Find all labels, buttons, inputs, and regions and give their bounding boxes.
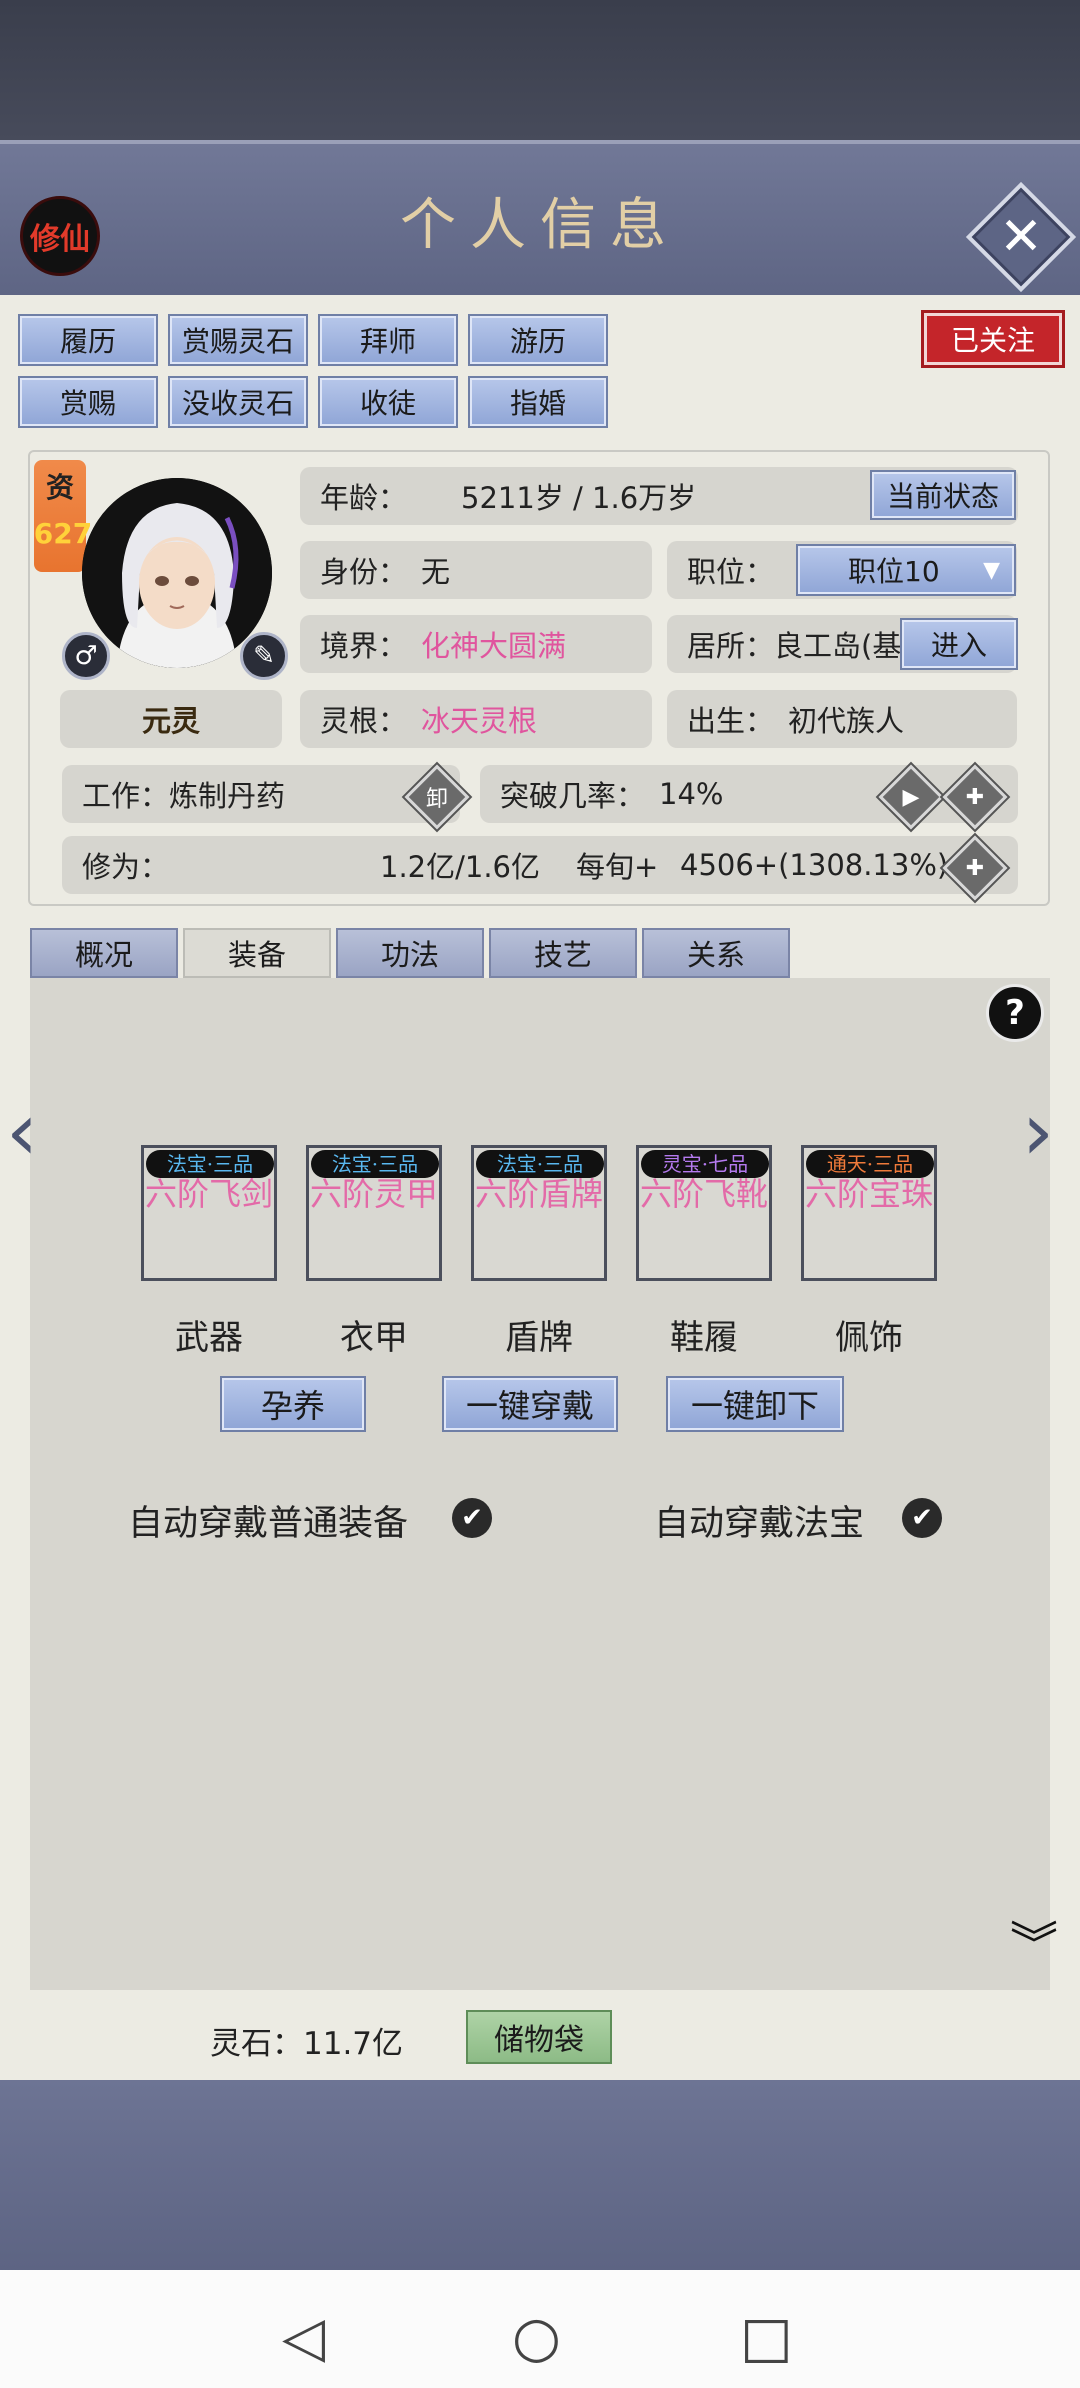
aptitude-label: 资: [45, 471, 74, 504]
take-disciple-button[interactable]: 收徒: [318, 376, 458, 428]
work-value: 炼制丹药: [169, 779, 286, 813]
birth-label: 出生：: [687, 704, 775, 738]
equip-all-button[interactable]: 一键穿戴: [442, 1376, 618, 1432]
reward-stones-button[interactable]: 赏赐灵石: [168, 314, 308, 366]
weapon-grade-tag: 法宝·三品: [146, 1150, 274, 1178]
nurture-button[interactable]: 孕养: [220, 1376, 366, 1432]
per-turn-label: 每旬+: [576, 850, 659, 884]
tab-equipment[interactable]: 装备: [183, 928, 331, 978]
weapon-label: 武器: [175, 1318, 243, 1358]
travel-button[interactable]: 游历: [468, 314, 608, 366]
realm-field: 境界： 化神大圆满: [300, 615, 652, 673]
armor-grade-tag: 法宝·三品: [311, 1150, 439, 1178]
identity-value: 无: [421, 555, 451, 589]
plus-icon: ✚: [965, 855, 985, 881]
avatar[interactable]: [82, 478, 272, 668]
help-button[interactable]: ?: [986, 984, 1044, 1042]
position-select-value: 职位10: [848, 555, 940, 588]
home-icon[interactable]: ○: [512, 2305, 561, 2370]
storage-bag-button[interactable]: 储物袋: [466, 2010, 612, 2064]
prev-arrow-icon[interactable]: ‹: [6, 1085, 38, 1178]
spirit-root-label: 灵根：: [320, 704, 408, 738]
next-arrow-icon[interactable]: ›: [1022, 1085, 1054, 1178]
unequip-all-button[interactable]: 一键卸下: [666, 1376, 844, 1432]
page-title: 个人信息: [400, 193, 680, 258]
armor-label: 衣甲: [340, 1318, 408, 1358]
spirit-root-value: 冰天灵根: [421, 704, 538, 738]
position-label: 职位：: [687, 555, 775, 589]
tab-skills[interactable]: 技艺: [489, 928, 637, 978]
character-name: 元灵: [60, 690, 282, 748]
spirit-stone-label: 灵石：: [210, 2026, 303, 2062]
work-field: 工作： 炼制丹药: [62, 765, 460, 823]
male-icon: ♂: [62, 632, 110, 680]
edit-icon[interactable]: ✎: [240, 632, 288, 680]
realm-value: 化神大圆满: [421, 629, 567, 663]
cultivation-label: 修为：: [82, 850, 170, 884]
enter-residence-button[interactable]: 进入: [900, 618, 1018, 670]
accessory-slot[interactable]: 六阶宝珠 通天·三品: [801, 1145, 937, 1281]
weapon-slot[interactable]: 六阶飞剑 法宝·三品: [141, 1145, 277, 1281]
boots-label: 鞋履: [670, 1318, 738, 1358]
footer-band: [0, 2080, 1080, 2270]
auto-equip-normal-checkbox[interactable]: ✔: [452, 1498, 492, 1538]
position-select[interactable]: 职位10 ▼: [796, 544, 1016, 596]
tab-overview[interactable]: 概况: [30, 928, 178, 978]
cultivation-value: 1.2亿/1.6亿: [380, 850, 541, 884]
residence-label: 居所：: [687, 629, 775, 663]
breakthrough-label: 突破几率：: [500, 779, 646, 813]
history-button[interactable]: 履历: [18, 314, 158, 366]
boots-slot[interactable]: 六阶飞靴 灵宝·七品: [636, 1145, 772, 1281]
play-icon: ▶: [902, 784, 920, 810]
spirit-stone-display: 灵石：11.7亿: [210, 2018, 403, 2063]
spirit-root-field: 灵根： 冰天灵根: [300, 690, 652, 748]
auto-equip-treasure-label: 自动穿戴法宝: [654, 1504, 865, 1544]
collapse-chevron-icon[interactable]: ︾: [1010, 1905, 1058, 1975]
status-bar-area: [0, 0, 1080, 140]
identity-label: 身份：: [320, 555, 408, 589]
residence-value: 良工岛(基: [774, 629, 902, 663]
shield-label: 盾牌: [505, 1318, 573, 1358]
breakthrough-value: 14%: [659, 777, 724, 811]
identity-field: 身份： 无: [300, 541, 652, 599]
back-icon[interactable]: ◁: [282, 2305, 325, 2370]
age-label: 年龄：: [320, 481, 408, 515]
armor-slot[interactable]: 六阶灵甲 法宝·三品: [306, 1145, 442, 1281]
reward-button[interactable]: 赏赐: [18, 376, 158, 428]
per-turn-value: 4506+(1308.13%): [680, 848, 949, 882]
character-portrait: [82, 478, 272, 668]
age-value: 5211岁 / 1.6万岁: [461, 481, 697, 515]
cultivation-field: 修为： 1.2亿/1.6亿 每旬+ 4506+(1308.13%): [62, 836, 1018, 894]
auto-equip-normal-label: 自动穿戴普通装备: [128, 1504, 409, 1544]
boots-grade-tag: 灵宝·七品: [641, 1150, 769, 1178]
followed-button[interactable]: 已关注: [924, 313, 1062, 365]
tab-techniques[interactable]: 功法: [336, 928, 484, 978]
equipment-content: [30, 978, 1050, 1990]
recents-icon[interactable]: □: [740, 2305, 793, 2370]
aptitude-badge: 资: [34, 460, 86, 572]
shield-slot[interactable]: 六阶盾牌 法宝·三品: [471, 1145, 607, 1281]
current-state-button[interactable]: 当前状态: [870, 470, 1016, 520]
become-disciple-button[interactable]: 拜师: [318, 314, 458, 366]
realm-label: 境界：: [320, 629, 408, 663]
unload-icon: 卸: [425, 787, 448, 812]
plus-icon: ✚: [965, 784, 985, 810]
work-label: 工作：: [82, 779, 170, 813]
spirit-stone-value: 11.7亿: [303, 2026, 404, 2062]
confiscate-stones-button[interactable]: 没收灵石: [168, 376, 308, 428]
shield-grade-tag: 法宝·三品: [476, 1150, 604, 1178]
arrange-marriage-button[interactable]: 指婚: [468, 376, 608, 428]
accessory-grade-tag: 通天·三品: [806, 1150, 934, 1178]
tab-relations[interactable]: 关系: [642, 928, 790, 978]
auto-equip-treasure-checkbox[interactable]: ✔: [902, 1498, 942, 1538]
close-icon: ✕: [999, 207, 1043, 267]
chevron-down-icon: ▼: [983, 557, 1000, 583]
birth-value: 初代族人: [788, 704, 905, 738]
birth-field: 出生： 初代族人: [667, 690, 1017, 748]
accessory-label: 佩饰: [835, 1318, 903, 1358]
